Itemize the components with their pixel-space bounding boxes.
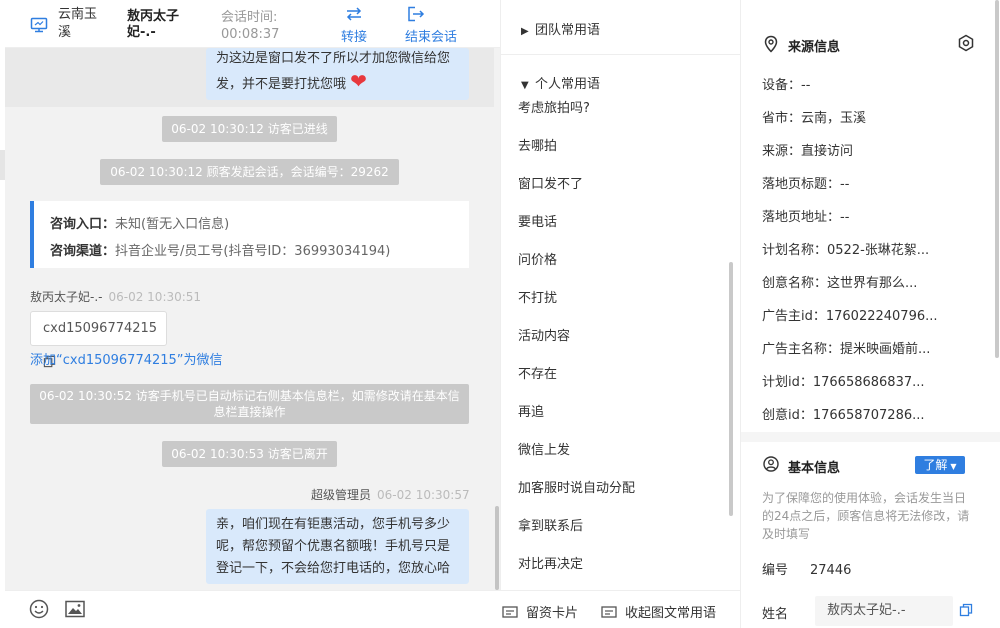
card-icon [502,606,518,618]
entry-label: 咨询入口： [50,217,116,232]
source-field: 省市：云南，玉溪 [762,111,867,126]
phrase-item[interactable]: 问价格 [518,249,557,268]
emoji-icon[interactable] [29,599,49,619]
phrase-item[interactable]: 再追 [518,401,544,420]
image-icon[interactable] [65,600,85,618]
message-time: 06-02 10:30:51 [108,290,202,304]
source-field: 广告主名称：提米映画婚前... [762,342,931,357]
section-divider [741,432,1000,442]
transfer-label: 转接 [340,30,367,45]
phrase-scrollbar[interactable] [729,262,733,516]
chat-messages[interactable]: 为这边是窗口发不了所以才加您微信给您发，并不是要打扰您哦 ❤ 06-02 10:… [5,48,500,590]
group-label: 团队常用语 [535,23,601,38]
visitor-message-bubble: cxd15096774215 [30,311,167,368]
system-message: 06-02 10:30:12 访客已进线 [162,116,337,142]
consult-info-card: 咨询入口：未知(暂无入口信息) 咨询渠道：抖音企业号/员工号(抖音号ID：369… [30,201,469,268]
phrase-item[interactable]: 不打扰 [518,287,557,306]
info-scrollbar[interactable] [995,0,999,358]
transfer-button[interactable]: 转接 [337,6,371,45]
source-field: 创意id：176658707286... [762,408,925,423]
phrase-item[interactable]: 活动内容 [518,325,570,344]
team-phrases-group[interactable]: ▶ 团队常用语 [521,19,600,38]
learn-more-label: 了解 [923,458,948,472]
caret-down-icon: ▼ [521,80,529,91]
channel-value: 抖音企业号/员工号(抖音号ID：36993034194) [115,244,391,259]
personal-phrases-group[interactable]: ▼ 个人常用语 [521,73,600,92]
collapse-phrases-button[interactable]: 收起图文常用语 [601,602,716,621]
chat-scrollbar[interactable] [495,506,499,590]
lead-card-button[interactable]: 留资卡片 [502,602,578,621]
add-wechat-link[interactable]: 添加“cxd15096774215”为微信 [30,349,223,368]
number-label: 编号 [762,563,789,578]
monitor-icon [30,17,48,33]
input-toolbar: 留资卡片 收起图文常用语 [5,590,740,628]
message-text: 为这边是窗口发不了所以才加您微信给您发，并不是要打扰您哦 [216,51,451,92]
system-message: 06-02 10:30:53 访客已离开 [162,441,337,467]
wechat-id-text: cxd15096774215 [43,321,158,336]
transfer-icon [346,7,362,21]
settings-icon[interactable] [957,34,975,52]
phrase-item[interactable]: 加客服时说自动分配 [518,477,635,496]
phrase-item[interactable]: 不存在 [518,363,557,382]
heart-emoji-icon: ❤ [350,69,367,93]
channel-label: 咨询渠道： [50,244,116,259]
system-message: 06-02 10:30:12 顾客发起会话，会话编号：29262 [100,159,399,185]
message-time: 06-02 10:30:57 [377,488,470,502]
source-field: 计划id：176658686837... [762,375,925,390]
visitor-info-panel: 来源信息 设备：-- 省市：云南，玉溪 来源：直接访问 落地页标题：-- 落地页… [740,0,1000,628]
source-field: 创意名称：这世界有那么... [762,276,918,291]
source-field: 广告主id：176022240796... [762,309,938,324]
phrase-item[interactable]: 微信上发 [518,439,570,458]
copy-icon[interactable] [959,603,973,617]
agent-message-bubble: 为这边是窗口发不了所以才加您微信给您发，并不是要打扰您哦 ❤ [206,48,469,100]
visitor-message-meta: 敖丙太子妃-.- 06-02 10:30:51 [30,288,201,305]
phrase-item[interactable]: 窗口发不了 [518,173,583,192]
basic-info-title: 基本信息 [788,461,841,476]
session-time-label: 会话时间: [221,10,278,25]
lead-card-label: 留资卡片 [526,606,579,621]
collapse-phrases-label: 收起图文常用语 [625,606,717,621]
user-icon [763,456,779,472]
source-field: 落地页标题：-- [762,177,850,192]
end-session-button[interactable]: 结束会话 [405,6,467,45]
chat-header: 云南玉溪 敖丙太子妃-.- 会话时间: 00:08:37 转接 结束会话 [5,0,500,48]
phrase-item[interactable]: 去哪拍 [518,135,557,154]
entry-value: 未知(暂无入口信息) [115,217,230,232]
source-field: 来源：直接访问 [762,144,854,159]
phrase-item[interactable]: 对比再决定 [518,553,583,572]
end-session-label: 结束会话 [405,30,458,45]
caret-right-icon: ▶ [521,26,529,37]
caret-down-icon: ▼ [950,462,957,471]
name-input[interactable]: 敖丙太子妃-.- [815,596,953,626]
number-value: 27446 [810,563,852,578]
phrase-panel: ▶ 团队常用语 ▼ 个人常用语 考虑旅拍吗? 去哪拍 窗口发不了 要电话 问价格 不… [500,0,741,590]
visitor-location: 云南玉溪 [58,7,98,40]
divider [501,54,741,55]
group-label: 个人常用语 [535,77,601,92]
phrase-icon [601,606,617,618]
number-row: 编号 27446 [762,559,851,578]
learn-more-dropdown[interactable]: 了解 ▼ [915,456,965,474]
source-field: 计划名称：0522-张琳花絮... [762,243,930,258]
source-info-title: 来源信息 [788,40,841,55]
sender-name: 超级管理员 [311,488,372,502]
agent-message-meta: 超级管理员 06-02 10:30:57 [311,486,470,503]
source-field: 设备：-- [762,78,811,93]
agent-message-bubble: 亲，咱们现在有钜惠活动，您手机号多少呢，帮您预留个优惠名额哦！手机号只是登记一下… [206,509,469,584]
sender-name: 敖丙太子妃-.- [30,290,103,304]
location-pin-icon [764,35,778,53]
phrase-item[interactable]: 拿到联系后 [518,515,583,534]
name-label: 姓名 [762,607,789,622]
system-message: 06-02 10:30:52 访客手机号已自动标记右侧基本信息栏，如需修改请在基… [30,384,469,424]
phrase-item[interactable]: 考虑旅拍吗? [518,97,590,116]
session-time-value: 00:08:37 [221,27,280,42]
source-field: 落地页地址：-- [762,210,850,225]
visitor-name: 敖丙太子妃-.- [127,9,180,40]
phrase-item[interactable]: 要电话 [518,211,557,230]
edit-notice: 为了保障您的使用体验，会话发生当日的24点之后，顾客信息将无法修改，请及时填写 [762,491,970,541]
logout-icon [408,6,425,22]
